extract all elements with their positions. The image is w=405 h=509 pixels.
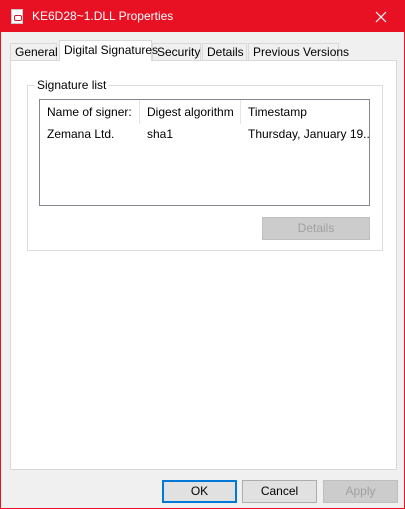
signature-list-group: Signature list Name of signer: Digest al… bbox=[27, 78, 383, 251]
ok-button[interactable]: OK bbox=[162, 480, 237, 503]
column-header-digest[interactable]: Digest algorithm bbox=[140, 100, 241, 124]
details-button[interactable]: Details bbox=[262, 217, 370, 240]
close-icon bbox=[375, 11, 387, 22]
dll-file-icon bbox=[11, 9, 23, 24]
signature-list-label: Signature list bbox=[35, 78, 109, 92]
digital-signatures-panel: Signature list Name of signer: Digest al… bbox=[10, 60, 397, 470]
tab-digital-signatures[interactable]: Digital Signatures bbox=[59, 40, 158, 61]
list-header: Name of signer: Digest algorithm Timesta… bbox=[40, 100, 369, 124]
signature-row[interactable]: Zemana Ltd. sha1 Thursday, January 19... bbox=[40, 125, 369, 144]
tab-previous-versions[interactable]: Previous Versions bbox=[248, 43, 349, 61]
digest-algorithm: sha1 bbox=[147, 127, 174, 141]
tab-general[interactable]: General bbox=[10, 43, 58, 61]
column-header-timestamp[interactable]: Timestamp bbox=[241, 100, 369, 124]
signature-listview[interactable]: Name of signer: Digest algorithm Timesta… bbox=[39, 99, 370, 206]
tab-details[interactable]: Details bbox=[202, 43, 247, 61]
properties-dialog: KE6D28~1.DLL Properties General Digital … bbox=[0, 0, 405, 509]
window-title: KE6D28~1.DLL Properties bbox=[32, 9, 174, 23]
close-button[interactable] bbox=[358, 1, 404, 32]
cancel-button[interactable]: Cancel bbox=[242, 480, 317, 503]
title-bar: KE6D28~1.DLL Properties bbox=[1, 1, 404, 32]
tab-security[interactable]: Security bbox=[152, 43, 201, 61]
timestamp: Thursday, January 19... bbox=[248, 127, 369, 141]
apply-button[interactable]: Apply bbox=[323, 480, 398, 503]
column-header-signer[interactable]: Name of signer: bbox=[40, 100, 140, 124]
signer-name: Zemana Ltd. bbox=[47, 127, 115, 141]
